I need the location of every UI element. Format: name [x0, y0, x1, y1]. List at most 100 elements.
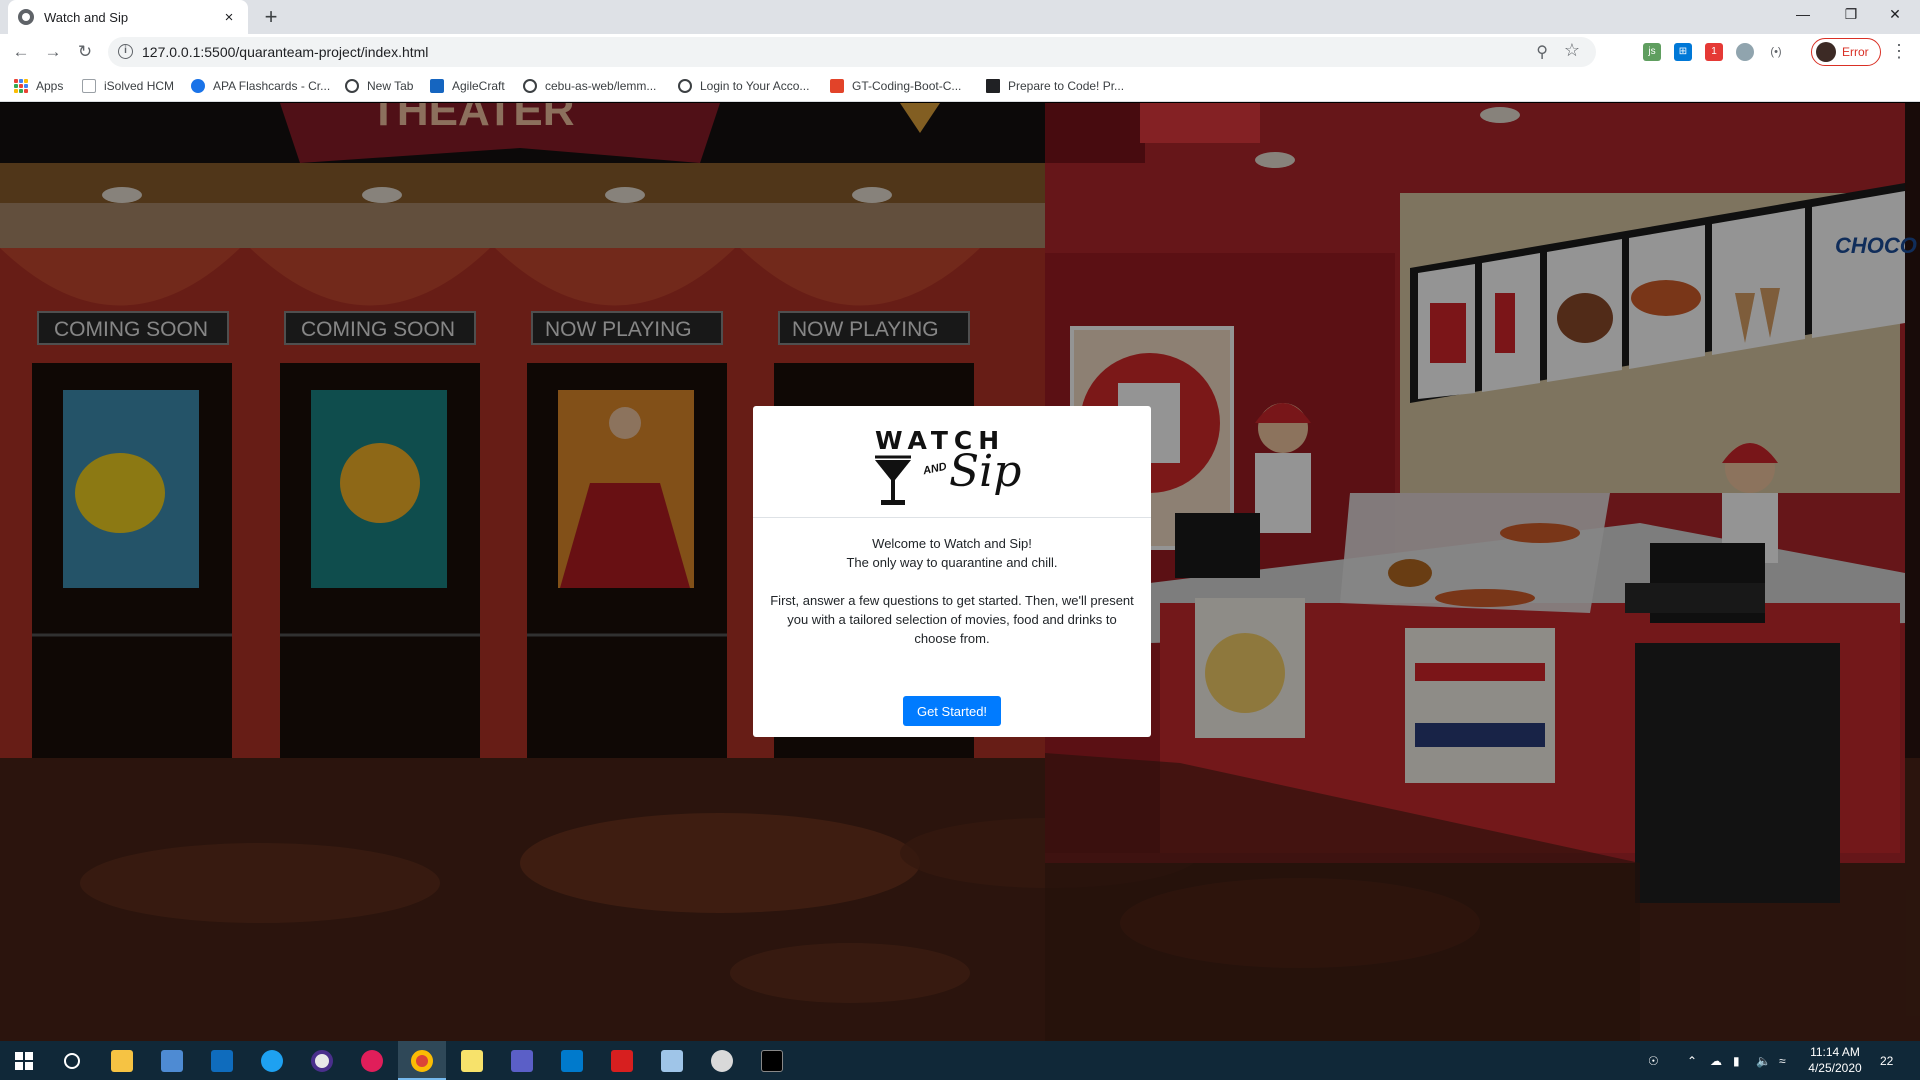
site-info-icon[interactable]: i [118, 44, 133, 59]
new-tab-button[interactable]: + [258, 4, 284, 30]
extension-broadcast-icon[interactable]: (•) [1767, 43, 1785, 61]
taskbar-vscode[interactable] [548, 1041, 596, 1080]
tab-watch-and-sip[interactable]: Watch and Sip × [8, 0, 248, 34]
computer-icon [161, 1049, 183, 1072]
folder-icon [111, 1049, 133, 1072]
bookmark-login[interactable]: Login to Your Acco... [678, 77, 809, 95]
document-icon [661, 1049, 683, 1072]
start-button[interactable] [0, 1041, 48, 1080]
welcome-modal: WATCH AND Sip Welcome to Watch and Sip! … [753, 406, 1151, 737]
extension-badge-icon[interactable]: 1 [1705, 43, 1723, 61]
cortana-button[interactable] [48, 1041, 96, 1080]
extension-circle-icon[interactable] [1736, 43, 1754, 61]
taskbar-internet-explorer[interactable] [248, 1041, 296, 1080]
cortana-circle-icon [64, 1052, 80, 1069]
kebab-menu-icon[interactable]: ⋮ [1890, 41, 1908, 62]
extension-js-icon[interactable]: js [1643, 43, 1661, 61]
taskbar-remote-desktop[interactable] [148, 1041, 196, 1080]
bookmark-label: Login to Your Acco... [700, 79, 810, 93]
forward-button[interactable]: → [41, 40, 65, 64]
taskbar-acrobat[interactable] [598, 1041, 646, 1080]
reload-button[interactable]: ↻ [73, 40, 97, 64]
taskbar-chrome[interactable] [398, 1041, 446, 1080]
url-text[interactable]: 127.0.0.1:5500/quaranteam-project/index.… [142, 44, 428, 60]
back-button[interactable]: ← [9, 40, 33, 64]
modal-header: WATCH AND Sip [753, 406, 1151, 518]
window-close-button[interactable]: ✕ [1872, 0, 1918, 30]
tab-title: Watch and Sip [44, 9, 129, 25]
agilecraft-icon [430, 79, 444, 93]
battery-icon[interactable]: ▮ [1733, 1041, 1740, 1080]
profile-button[interactable]: Error [1811, 38, 1881, 66]
outlook-icon [211, 1049, 233, 1072]
taskbar-terminal[interactable] [748, 1041, 796, 1080]
modal-body: Welcome to Watch and Sip! The only way t… [753, 518, 1151, 648]
bookmark-new-tab[interactable]: New Tab [345, 77, 413, 95]
c-logo-icon [191, 79, 205, 93]
bookmark-label: APA Flashcards - Cr... [213, 79, 331, 93]
tab-strip: Watch and Sip × + — ❐ ✕ [0, 0, 1920, 34]
bookmark-label: iSolved HCM [104, 79, 175, 93]
logo-sip: Sip [949, 446, 1022, 497]
gitlab-icon [830, 79, 844, 93]
get-started-button[interactable]: Get Started! [903, 696, 1001, 726]
cloud-icon [711, 1049, 733, 1072]
action-center-button[interactable]: 22 [1880, 1041, 1893, 1080]
taskbar-app-blue[interactable] [648, 1041, 696, 1080]
teams-icon [511, 1049, 533, 1072]
bookmarks-bar: Apps iSolved HCM APA Flashcards - Cr... … [0, 70, 1920, 102]
martini-glass-icon [875, 455, 911, 505]
restore-button[interactable]: ❐ [1828, 0, 1874, 30]
globe-icon [345, 79, 359, 93]
bookmark-cebu[interactable]: cebu-as-web/lemm... [523, 77, 656, 95]
bookmark-star-icon[interactable]: ☆ [1564, 40, 1580, 61]
wifi-icon[interactable]: ≈ [1779, 1041, 1786, 1080]
people-icon[interactable]: ☉ [1648, 1041, 1659, 1080]
tray-overflow-icon[interactable]: ⌃ [1687, 1041, 1697, 1080]
bookmark-gt-coding[interactable]: GT-Coding-Boot-C... [830, 77, 961, 95]
address-bar[interactable]: i 127.0.0.1:5500/quaranteam-project/inde… [108, 37, 1596, 67]
zoom-icon[interactable]: ⚲ [1536, 42, 1548, 62]
bookmark-label: New Tab [367, 79, 414, 93]
bookmark-label: Prepare to Code! Pr... [1008, 79, 1125, 93]
browser-toolbar: ← → ↻ i 127.0.0.1:5500/quaranteam-projec… [0, 34, 1920, 70]
bookmark-isolved[interactable]: iSolved HCM [82, 77, 174, 95]
globe-icon [18, 9, 34, 25]
bookmark-agilecraft[interactable]: AgileCraft [430, 77, 505, 95]
eclipse-icon [311, 1049, 333, 1072]
terminal-icon [761, 1049, 783, 1072]
extension-windows-icon[interactable]: ⊞ [1674, 43, 1692, 61]
clock-time: 11:14 AM [1810, 1045, 1860, 1059]
close-tab-icon[interactable]: × [220, 9, 238, 26]
windows-logo-icon [15, 1051, 33, 1070]
avatar [1816, 42, 1836, 62]
taskbar-teams[interactable] [498, 1041, 546, 1080]
globe-icon [523, 79, 537, 93]
taskbar-app-cloud[interactable] [698, 1041, 746, 1080]
minimize-button[interactable]: — [1780, 0, 1826, 30]
bookmark-prepare-to-code[interactable]: Prepare to Code! Pr... [986, 77, 1124, 95]
welcome-line-2: The only way to quarantine and chill. [846, 555, 1058, 570]
page-viewport: THEATER COMING SOON COMING SOON NOW PLAY… [0, 103, 1920, 1041]
taskbar-app-ring[interactable] [298, 1041, 346, 1080]
onedrive-icon[interactable]: ☁ [1710, 1041, 1722, 1080]
bookmark-apa-flashcards[interactable]: APA Flashcards - Cr... [191, 77, 330, 95]
clock-date: 4/25/2020 [1808, 1061, 1862, 1075]
book-icon [986, 79, 1000, 93]
volume-icon[interactable]: 🔈 [1756, 1041, 1771, 1080]
system-clock[interactable]: 11:14 AM 4/25/2020 [1796, 1044, 1874, 1076]
bookmark-label: AgileCraft [452, 79, 505, 93]
apps-grid-icon [14, 79, 28, 93]
bookmark-label: GT-Coding-Boot-C... [852, 79, 962, 93]
taskbar-outlook[interactable] [198, 1041, 246, 1080]
windows-taskbar: ☉ ⌃ ☁ ▮ 🔈 ≈ 11:14 AM 4/25/2020 22 [0, 1041, 1920, 1080]
bookmark-apps[interactable]: Apps [14, 77, 63, 95]
bookmark-label: Apps [36, 79, 64, 93]
globe-icon [678, 79, 692, 93]
acrobat-icon [611, 1049, 633, 1072]
chrome-icon [411, 1049, 433, 1072]
taskbar-slack[interactable] [348, 1041, 396, 1080]
profile-status: Error [1842, 45, 1869, 59]
taskbar-file-explorer[interactable] [98, 1041, 146, 1080]
taskbar-sticky-notes[interactable] [448, 1041, 496, 1080]
